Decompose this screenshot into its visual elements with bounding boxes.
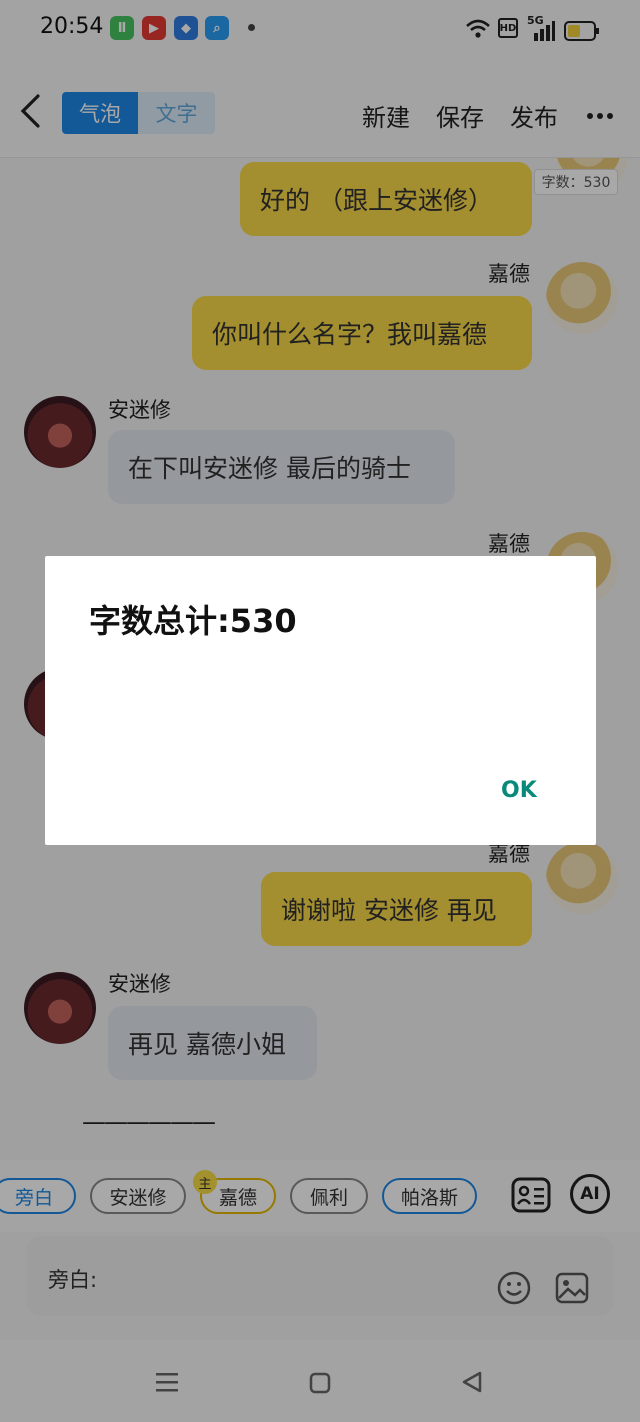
word-count-dialog: 字数总计:530 OK — [45, 556, 596, 845]
dialog-title: 字数总计:530 — [89, 602, 297, 640]
ok-button[interactable]: OK — [501, 778, 537, 803]
